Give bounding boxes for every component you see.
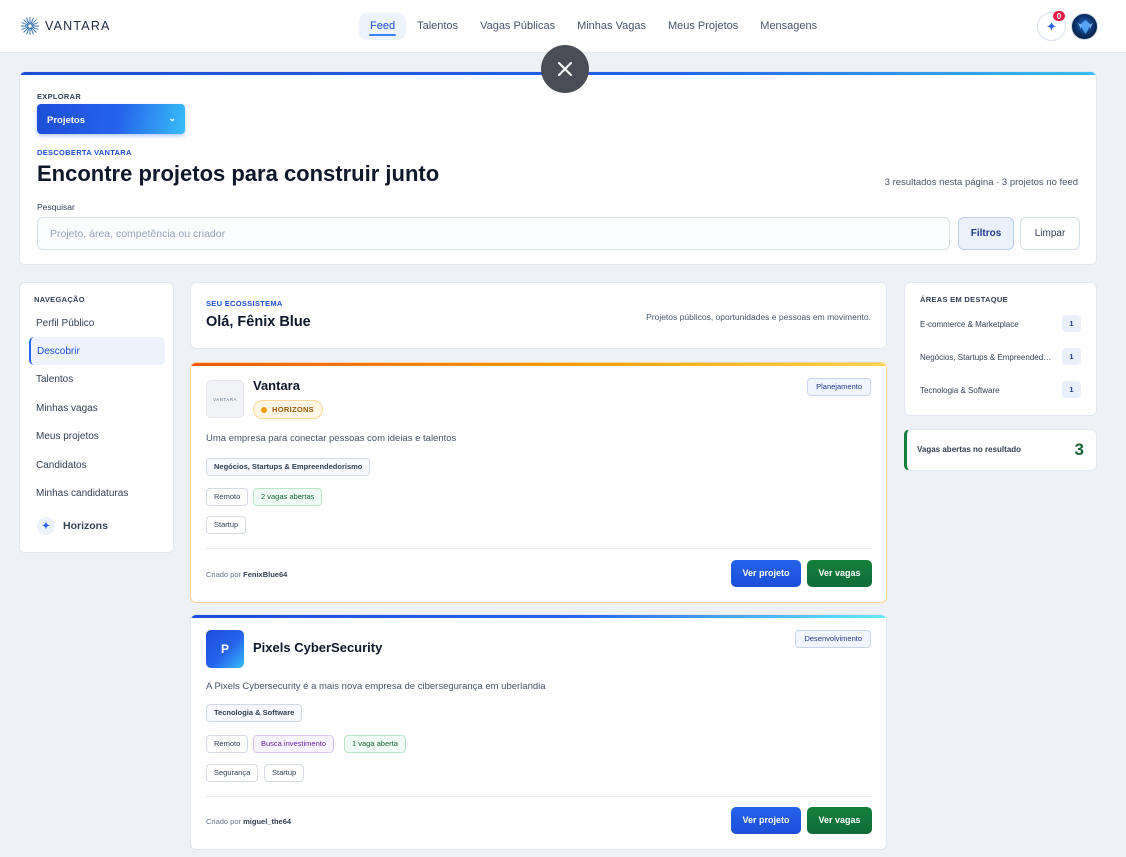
stage-badge: Desenvolvimento xyxy=(795,630,871,648)
view-jobs-button[interactable]: Ver vagas xyxy=(807,560,872,587)
project-creator: Criado por miguel_the64 xyxy=(206,817,292,826)
nav-meus-projetos[interactable]: Meus Projetos xyxy=(657,13,749,40)
results-count: 3 resultados nesta página · 3 projetos n… xyxy=(884,177,1078,188)
sidebar-item-minhas-vagas[interactable]: Minhas vagas xyxy=(29,394,165,422)
area-count: 1 xyxy=(1062,381,1081,398)
search-label: Pesquisar xyxy=(37,202,75,212)
sidebar-item-candidatos[interactable]: Candidatos xyxy=(29,451,165,479)
area-tag: Tecnologia & Software xyxy=(206,704,303,722)
ecosystem-description: Projetos públicos, oportunidades e pesso… xyxy=(646,312,871,322)
nav-vagas-publicas[interactable]: Vagas Públicas xyxy=(469,13,566,40)
project-card: P Pixels CyberSecurity Desenvolvimento A… xyxy=(190,614,887,850)
project-creator: Criado por FenixBlue64 xyxy=(206,570,288,579)
area-item[interactable]: Tecnologia & Software 1 xyxy=(920,381,1081,398)
main-nav: Feed Talentos Vagas Públicas Minhas Vaga… xyxy=(359,13,828,40)
hero-kicker: DESCOBERTA VANTARA xyxy=(37,148,132,157)
explore-label: EXPLORAR xyxy=(37,92,82,101)
creator-username[interactable]: FenixBlue64 xyxy=(243,570,287,579)
horizons-badge: HORIZONS xyxy=(253,400,323,419)
tag-startup: Startup xyxy=(206,516,247,534)
page-title: Encontre projetos para construir junto xyxy=(37,161,440,186)
clear-button[interactable]: Limpar xyxy=(1020,217,1080,250)
sidebar-item-perfil-publico[interactable]: Perfil Público xyxy=(29,309,165,337)
tag-seeking-investment: Busca investimento xyxy=(253,735,335,753)
close-icon xyxy=(558,62,572,76)
featured-areas-panel: ÁREAS EM DESTAQUE E-commerce & Marketpla… xyxy=(904,282,1097,416)
ecosystem-card: SEU ECOSSISTEMA Olá, Fênix Blue Projetos… xyxy=(190,282,887,349)
discover-hero: EXPLORAR Projetos ⌄ DESCOBERTA VANTARA E… xyxy=(19,71,1097,265)
tag-security: Segurança xyxy=(206,764,259,782)
notification-badge: 0 xyxy=(1052,10,1066,22)
project-description: Uma empresa para conectar pessoas com id… xyxy=(206,433,457,444)
tag-remote: Remoto xyxy=(206,488,249,506)
area-item[interactable]: Negócios, Startups & Empreendedorismo 1 xyxy=(920,348,1081,365)
dot-icon xyxy=(261,406,267,413)
open-jobs-label: Vagas abertas no resultado xyxy=(917,445,1022,454)
area-count: 1 xyxy=(1062,315,1081,332)
brand-logo[interactable]: VANTARA xyxy=(19,15,111,37)
card-accent-bar xyxy=(191,363,886,366)
tag-startup: Startup xyxy=(264,764,305,782)
nav-minhas-vagas[interactable]: Minhas Vagas xyxy=(566,13,657,40)
view-jobs-button[interactable]: Ver vagas xyxy=(807,807,872,834)
tag-open-jobs: 1 vaga aberta xyxy=(344,735,406,753)
chevron-down-icon: ⌄ xyxy=(168,113,176,123)
select-value: Projetos xyxy=(47,115,86,126)
sidebar-heading: NAVEGAÇÃO xyxy=(34,295,85,304)
nav-talentos[interactable]: Talentos xyxy=(406,13,469,40)
sidebar-item-descobrir[interactable]: Descobrir xyxy=(29,337,165,365)
open-jobs-count: 3 xyxy=(1074,440,1084,459)
area-label: Negócios, Startups & Empreendedorismo xyxy=(920,353,1052,362)
sidebar-item-horizons[interactable]: ✦ Horizons xyxy=(37,517,108,535)
open-jobs-summary: Vagas abertas no resultado 3 xyxy=(904,429,1097,471)
area-count: 1 xyxy=(1062,348,1081,365)
area-item[interactable]: E-commerce & Marketplace 1 xyxy=(920,315,1081,332)
vantara-logo-icon xyxy=(21,17,39,35)
sidebar-item-minhas-candidaturas[interactable]: Minhas candidaturas xyxy=(29,479,165,507)
project-logo: VANTARA xyxy=(206,380,244,418)
tag-remote: Remoto xyxy=(206,735,249,753)
project-logo: P xyxy=(206,630,244,668)
creator-username[interactable]: miguel_the64 xyxy=(243,817,291,826)
filters-button[interactable]: Filtros xyxy=(958,217,1014,250)
user-avatar[interactable] xyxy=(1071,13,1098,40)
search-input[interactable]: Projeto, área, competência ou criador xyxy=(37,217,950,250)
sidebar-horizons-label: Horizons xyxy=(63,520,108,532)
project-description: A Pixels Cybersecurity é a mais nova emp… xyxy=(206,681,546,692)
greeting: Olá, Fênix Blue xyxy=(206,314,311,330)
avatar-emblem-icon xyxy=(1078,20,1093,34)
card-divider xyxy=(206,548,871,549)
tag-open-jobs: 2 vagas abertas xyxy=(253,488,323,506)
left-sidebar: NAVEGAÇÃO Perfil Público Descobrir Talen… xyxy=(19,282,174,553)
area-tag: Negócios, Startups & Empreendedorismo xyxy=(206,458,371,476)
area-label: Tecnologia & Software xyxy=(920,386,1000,395)
project-name[interactable]: Vantara xyxy=(253,378,300,393)
ecosystem-kicker: SEU ECOSSISTEMA xyxy=(206,299,283,308)
nav-mensagens[interactable]: Mensagens xyxy=(749,13,828,40)
explore-type-select[interactable]: Projetos ⌄ xyxy=(37,104,185,134)
sparkle-icon: ✦ xyxy=(37,517,55,535)
nav-feed[interactable]: Feed xyxy=(359,13,407,40)
card-divider xyxy=(206,796,871,797)
sidebar-item-talentos[interactable]: Talentos xyxy=(29,365,165,393)
brand-name: VANTARA xyxy=(45,19,111,33)
close-button[interactable] xyxy=(541,45,589,93)
project-card: VANTARA Vantara HORIZONS Planejamento Um… xyxy=(190,362,887,603)
view-project-button[interactable]: Ver projeto xyxy=(731,560,801,587)
stage-badge: Planejamento xyxy=(807,378,871,396)
project-name[interactable]: Pixels CyberSecurity xyxy=(253,640,382,655)
view-project-button[interactable]: Ver projeto xyxy=(731,807,801,834)
card-accent-bar xyxy=(191,615,886,618)
area-label: E-commerce & Marketplace xyxy=(920,320,1019,329)
sidebar-item-meus-projetos[interactable]: Meus projetos xyxy=(29,422,165,450)
areas-heading: ÁREAS EM DESTAQUE xyxy=(920,295,1008,304)
